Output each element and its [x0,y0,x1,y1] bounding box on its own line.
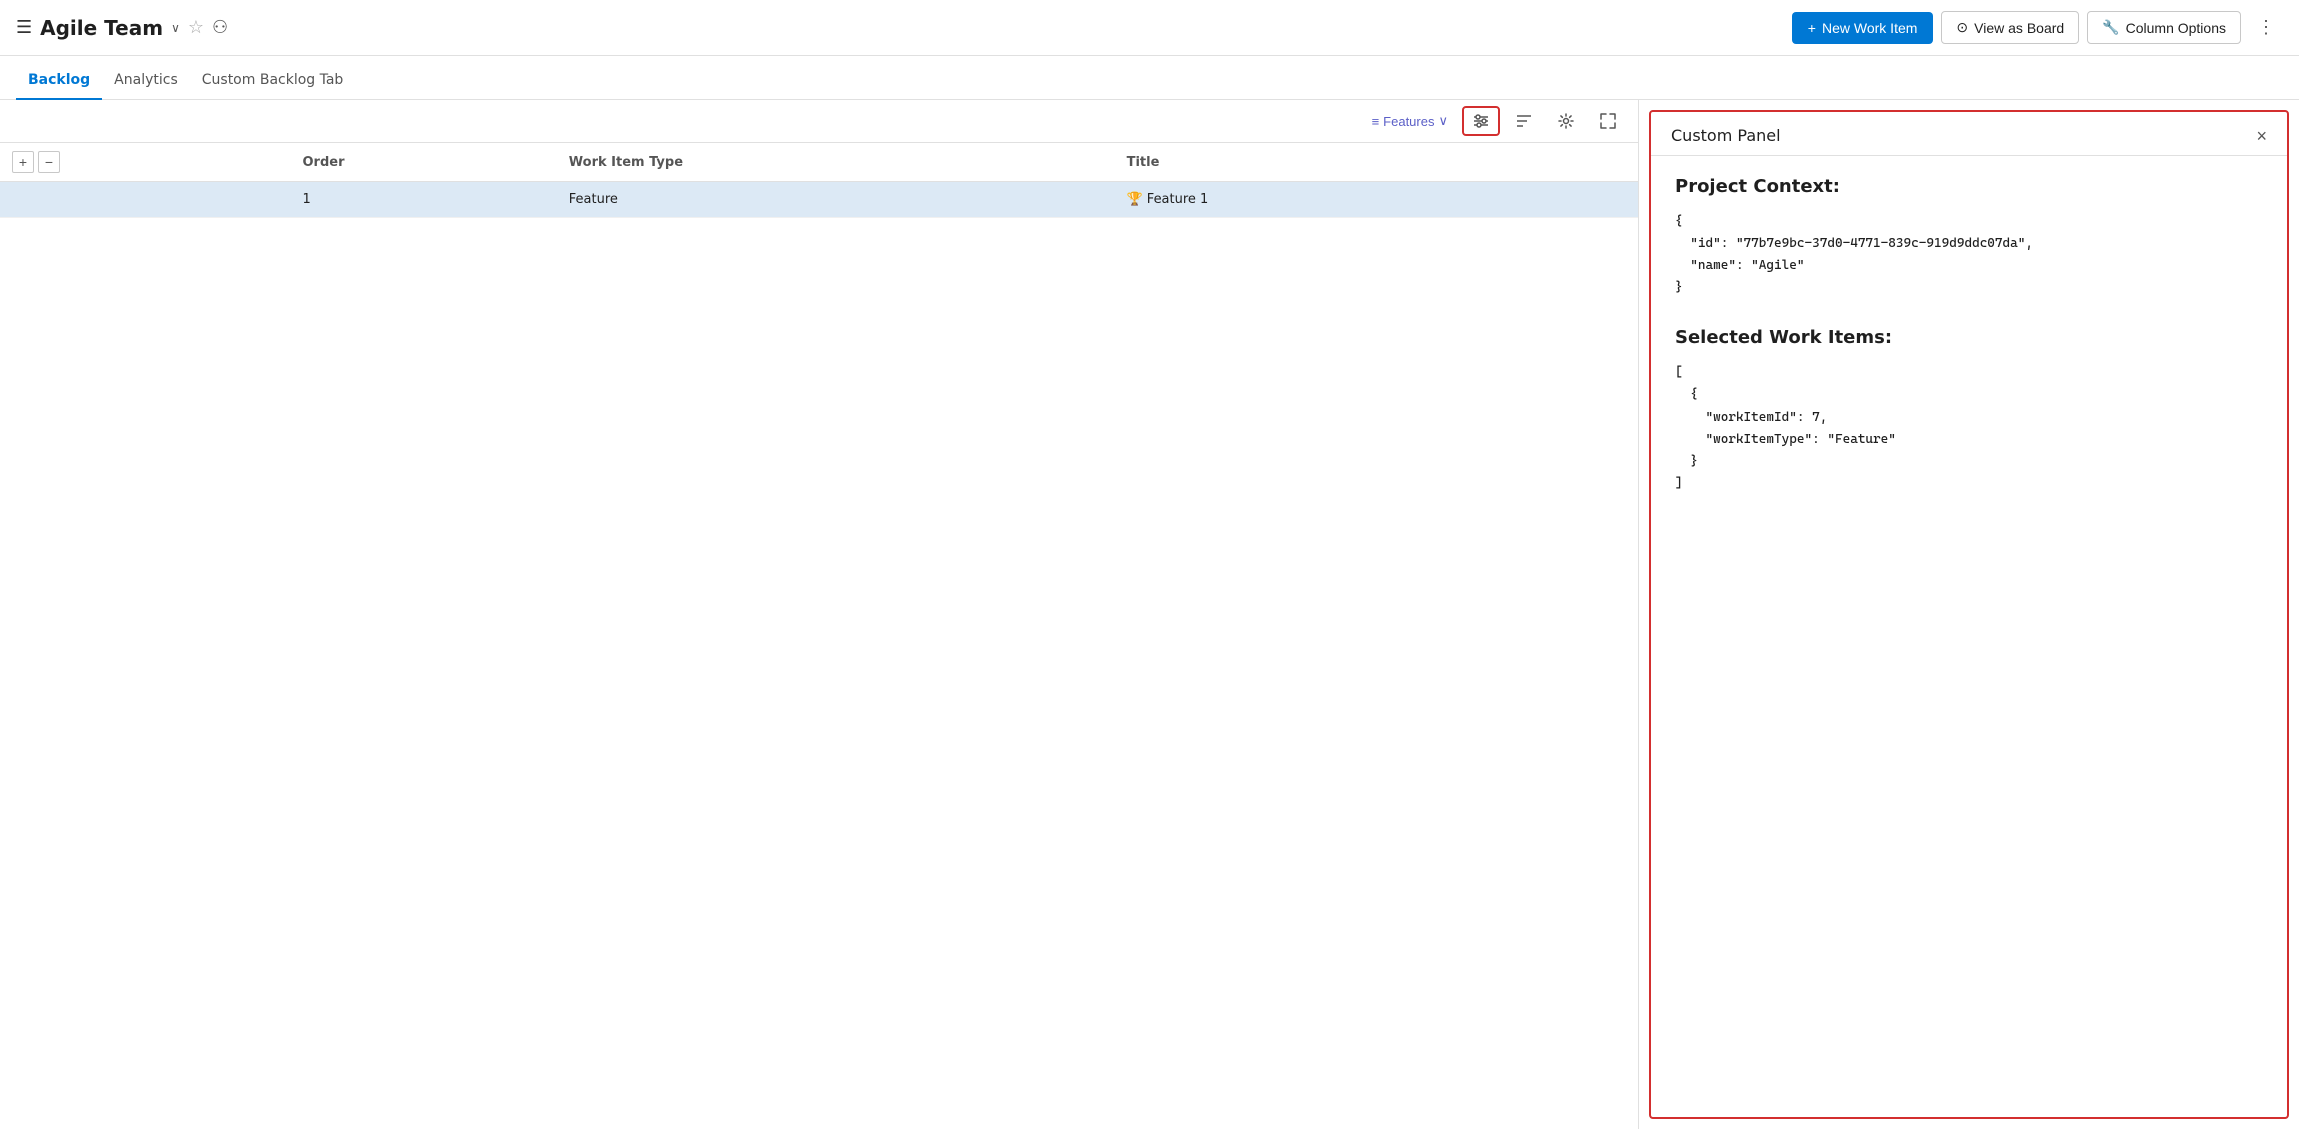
features-filter-button[interactable]: ≡ Features ∨ [1364,109,1456,133]
team-members-icon[interactable]: ⚇ [212,17,228,38]
hamburger-icon[interactable]: ☰ [16,17,32,38]
row-work-item-type: Feature [557,182,1115,218]
settings-icon-button[interactable] [1548,107,1584,135]
project-context-json: { "id": "77b7e9bc-37d0-4771-839c-919d9dd… [1675,211,2263,299]
panel-title: Custom Panel [1671,126,1781,145]
project-context-heading: Project Context: [1675,176,2263,197]
new-work-item-button[interactable]: + New Work Item [1792,12,1934,44]
wrench-icon: 🔧 [2102,19,2119,36]
table-header-row: + − Order Work Item Type Title [0,143,1638,182]
view-as-board-label: View as Board [1974,20,2064,36]
tab-custom-backlog[interactable]: Custom Backlog Tab [190,62,356,100]
chevron-down-icon[interactable]: ∨ [171,21,180,35]
table-row[interactable]: 1 Feature 🏆 Feature 1 [0,182,1638,218]
filter-icon-button[interactable] [1462,106,1500,136]
tab-analytics[interactable]: Analytics [102,62,190,100]
trophy-icon: 🏆 [1127,192,1143,207]
backlog-area: ≡ Features ∨ [0,100,1639,1129]
more-options-button[interactable]: ⋮ [2249,13,2283,42]
board-icon: ⊙ [1956,19,1968,36]
panel-header: Custom Panel × [1651,112,2287,156]
column-options-label: Column Options [2126,20,2226,36]
header: ☰ Agile Team ∨ ☆ ⚇ + New Work Item ⊙ Vie… [0,0,2299,56]
col-add-remove: + − [0,143,290,182]
tabs-bar: Backlog Analytics Custom Backlog Tab [0,56,2299,100]
col-title-header: Title [1115,143,1542,182]
remove-row-button[interactable]: − [38,151,60,173]
new-work-item-label: New Work Item [1822,20,1917,36]
backlog-table-container: + − Order Work Item Type Title 1 [0,143,1638,1129]
header-left: ☰ Agile Team ∨ ☆ ⚇ [16,16,228,40]
column-options-button[interactable]: 🔧 Column Options [2087,11,2241,44]
tab-backlog[interactable]: Backlog [16,62,102,100]
panel-body: Project Context: { "id": "77b7e9bc-37d0-… [1651,156,2287,1117]
row-extra-cell [1541,182,1638,218]
header-right: + New Work Item ⊙ View as Board 🔧 Column… [1792,11,2283,44]
row-title-text: Feature 1 [1147,192,1209,207]
plus-icon: + [1808,20,1816,36]
row-title: 🏆 Feature 1 [1115,182,1542,218]
add-row-button[interactable]: + [12,151,34,173]
row-expand-cell [0,182,290,218]
view-as-board-button[interactable]: ⊙ View as Board [1941,11,2079,44]
table-toolbar: ≡ Features ∨ [0,100,1638,143]
selected-work-items-heading: Selected Work Items: [1675,327,2263,348]
sort-icon-button[interactable] [1506,107,1542,135]
backlog-table: + − Order Work Item Type Title 1 [0,143,1638,218]
col-extra [1541,143,1638,182]
expand-icon-button[interactable] [1590,107,1626,135]
star-icon[interactable]: ☆ [188,17,204,38]
panel-close-button[interactable]: × [2256,127,2267,145]
selected-work-items-json: [ { "workItemId": 7, "workItemType": "Fe… [1675,362,2263,495]
features-label: Features [1383,114,1434,129]
custom-panel: Custom Panel × Project Context: { "id": … [1649,110,2289,1119]
row-order: 1 [290,182,556,218]
col-work-item-type-header: Work Item Type [557,143,1115,182]
content-area: ≡ Features ∨ [0,100,2299,1129]
features-chevron-icon: ∨ [1438,113,1448,129]
team-title: Agile Team [40,16,163,40]
list-icon: ≡ [1372,114,1380,129]
col-order-header: Order [290,143,556,182]
